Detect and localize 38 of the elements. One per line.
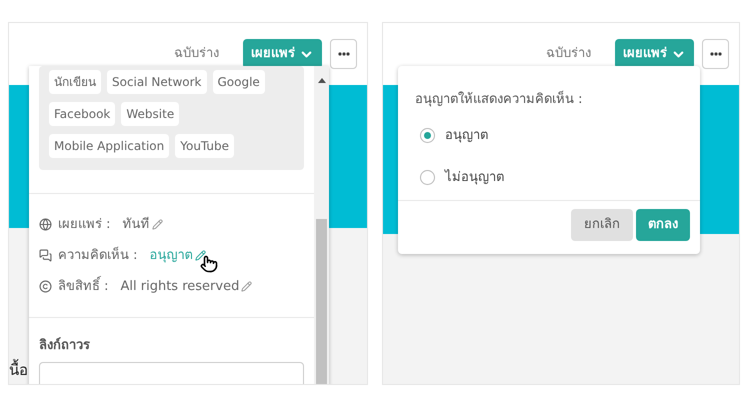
tag[interactable]: Facebook bbox=[49, 102, 116, 126]
permalink-field[interactable] bbox=[39, 362, 304, 384]
radio-button[interactable] bbox=[420, 128, 435, 143]
more-button[interactable] bbox=[330, 39, 357, 69]
draft-link[interactable]: ฉบับร่าง bbox=[174, 44, 219, 64]
setting-value[interactable]: ทันที bbox=[122, 214, 150, 234]
setting-label: เผยแพร่ : bbox=[58, 216, 111, 234]
scrollbar-thumb[interactable] bbox=[316, 219, 327, 384]
tag[interactable]: YouTube bbox=[175, 134, 234, 158]
pencil-icon[interactable] bbox=[194, 250, 206, 261]
cursor-icon bbox=[200, 254, 218, 272]
setting-value[interactable]: อนุญาต bbox=[150, 246, 193, 266]
radio-button[interactable] bbox=[420, 170, 435, 185]
setting-label: ลิขสิทธิ์ : bbox=[58, 276, 109, 296]
scroll-up-icon[interactable] bbox=[318, 78, 326, 83]
popover-title: อนุญาตให้แสดงความคิดเห็น : bbox=[414, 90, 584, 109]
cancel-button[interactable]: ยกเลิก bbox=[571, 208, 633, 240]
more-icon bbox=[710, 52, 722, 56]
setting-label: ความคิดเห็น : bbox=[58, 246, 138, 265]
draft-link[interactable]: ฉบับร่าง bbox=[546, 44, 591, 64]
publish-button[interactable]: เผยแพร่ bbox=[615, 39, 694, 69]
option-label[interactable]: อนุญาต bbox=[445, 126, 488, 146]
more-icon bbox=[338, 52, 350, 56]
tag[interactable]: Google bbox=[212, 70, 265, 94]
option-label[interactable]: ไม่อนุญาต bbox=[445, 168, 504, 188]
permalink-label: ลิงก์ถาวร bbox=[39, 336, 91, 355]
setting-value[interactable]: All rights reserved bbox=[120, 276, 240, 296]
tag[interactable]: นักเขียน bbox=[49, 70, 101, 94]
globe-icon bbox=[39, 218, 52, 231]
more-button[interactable] bbox=[702, 39, 729, 69]
ok-button[interactable]: ตกลง bbox=[636, 208, 690, 240]
copyright-icon bbox=[39, 280, 52, 293]
speech-bubbles-icon bbox=[39, 249, 52, 262]
tag[interactable]: Social Network bbox=[107, 70, 206, 94]
publish-button[interactable]: เผยแพร่ bbox=[243, 39, 322, 69]
tag[interactable]: Website bbox=[121, 102, 180, 126]
tag[interactable]: Mobile Application bbox=[49, 134, 170, 158]
scrollbar[interactable] bbox=[314, 66, 329, 384]
